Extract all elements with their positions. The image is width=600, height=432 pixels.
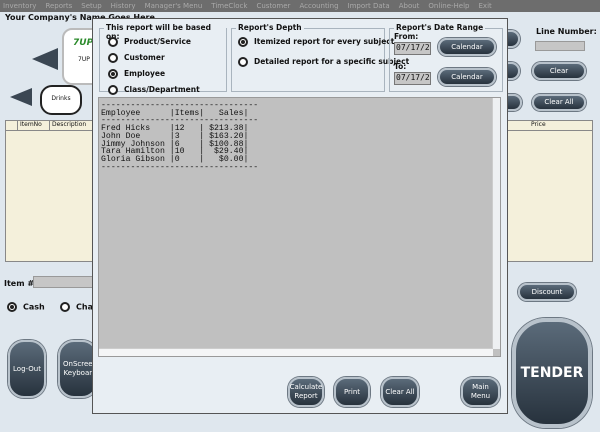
column-header-price: Price bbox=[506, 121, 592, 131]
print-button[interactable]: Print bbox=[334, 377, 370, 407]
dialog-clear-all-button[interactable]: Clear All bbox=[381, 377, 419, 407]
report-output: -------------------------------- Employe… bbox=[98, 97, 501, 357]
radio-icon bbox=[60, 302, 70, 312]
option-employee[interactable]: Employee bbox=[108, 69, 165, 79]
from-label: From: bbox=[394, 32, 419, 41]
from-date-input[interactable]: 07/17/2 bbox=[394, 42, 431, 55]
menu-item-accounting[interactable]: Accounting bbox=[299, 2, 338, 10]
menu-item-reports[interactable]: Reports bbox=[45, 2, 72, 10]
radio-selected-icon bbox=[7, 302, 17, 312]
column-header-itemno: ItemNo bbox=[18, 121, 50, 130]
vertical-scrollbar[interactable] bbox=[492, 98, 500, 349]
option-detailed[interactable]: Detailed report for a specific subject bbox=[238, 57, 409, 67]
previous-products-arrow-icon[interactable] bbox=[32, 48, 58, 70]
based-on-group: This report will be based on: Product/Se… bbox=[99, 23, 227, 95]
item-number-label: Item # bbox=[4, 279, 35, 288]
order-price-table: Price bbox=[505, 120, 593, 262]
menu-item-inventory[interactable]: Inventory bbox=[3, 2, 36, 10]
horizontal-scrollbar[interactable] bbox=[99, 348, 493, 356]
to-date-input[interactable]: 07/17/2 bbox=[394, 72, 431, 85]
logout-button[interactable]: Log-Out bbox=[8, 340, 46, 398]
date-range-title: Report's Date Range bbox=[394, 23, 486, 32]
report-text: -------------------------------- Employe… bbox=[101, 101, 259, 172]
clear-button[interactable]: Clear bbox=[532, 62, 586, 80]
menu-item-timeclock[interactable]: TimeClock bbox=[211, 2, 247, 10]
from-calendar-button[interactable]: Calendar bbox=[438, 38, 496, 56]
menu-item-history[interactable]: History bbox=[111, 2, 136, 10]
menu-item-exit[interactable]: Exit bbox=[479, 2, 492, 10]
previous-categories-arrow-icon[interactable] bbox=[10, 88, 32, 106]
option-product-service[interactable]: Product/Service bbox=[108, 37, 191, 47]
to-label: To: bbox=[394, 62, 407, 71]
item-number-input[interactable] bbox=[33, 276, 95, 288]
menu-bar: Inventory Reports Setup History Manager's Me… bbox=[0, 0, 600, 12]
menu-item-setup[interactable]: Setup bbox=[81, 2, 101, 10]
main-menu-button[interactable]: Main Menu bbox=[461, 377, 500, 407]
tender-button[interactable]: TENDER bbox=[512, 318, 592, 428]
menu-item-import-data[interactable]: Import Data bbox=[348, 2, 390, 10]
calculate-report-button[interactable]: Calculate Report bbox=[288, 377, 324, 407]
line-number-label: Line Number: bbox=[536, 27, 597, 36]
option-customer[interactable]: Customer bbox=[108, 53, 165, 63]
discount-button[interactable]: Discount bbox=[518, 283, 576, 301]
cash-label: Cash bbox=[23, 302, 45, 312]
line-number-input[interactable] bbox=[535, 41, 585, 51]
date-range-group: Report's Date Range From: 07/17/2 Calend… bbox=[389, 23, 503, 92]
cash-radio[interactable]: Cash bbox=[7, 302, 45, 312]
report-depth-group: Report's Depth Itemized report for every… bbox=[231, 23, 409, 92]
to-calendar-button[interactable]: Calendar bbox=[438, 68, 496, 86]
menu-item-about[interactable]: About bbox=[399, 2, 420, 10]
column-header-description: Description bbox=[52, 121, 87, 128]
clear-all-button[interactable]: Clear All bbox=[532, 94, 586, 111]
depth-title: Report's Depth bbox=[236, 23, 304, 32]
order-items-table: ItemNo Description bbox=[5, 120, 95, 262]
option-itemized[interactable]: Itemized report for every subject bbox=[238, 37, 394, 47]
option-class-department[interactable]: Class/Department bbox=[108, 85, 200, 95]
menu-item-manager-s-menu[interactable]: Manager's Menu bbox=[145, 2, 203, 10]
menu-item-customer[interactable]: Customer bbox=[256, 2, 290, 10]
category-button-drinks[interactable]: Drinks bbox=[40, 85, 82, 115]
menu-item-online-help[interactable]: Online-Help bbox=[428, 2, 469, 10]
